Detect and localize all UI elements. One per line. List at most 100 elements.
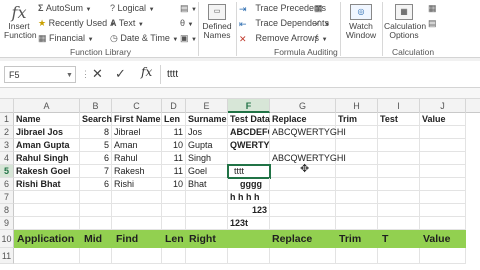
- row-header-2[interactable]: 2: [0, 126, 14, 139]
- calculation-options-button[interactable]: ▦ Calculation Options: [384, 4, 426, 40]
- row-header-4[interactable]: 4: [0, 152, 14, 165]
- column-header-b[interactable]: B: [80, 99, 112, 113]
- cell-h7[interactable]: [336, 191, 378, 204]
- cell-a10[interactable]: Application: [17, 233, 74, 245]
- row-header-3[interactable]: 3: [0, 139, 14, 152]
- cell-h11[interactable]: [336, 248, 378, 264]
- cell-h1[interactable]: Trim: [336, 113, 378, 126]
- cell-d3[interactable]: 10: [162, 139, 186, 152]
- cell-j5[interactable]: [420, 165, 466, 178]
- cell-c1[interactable]: First Name: [112, 113, 162, 126]
- cell-a11[interactable]: [14, 248, 80, 264]
- cell-a1[interactable]: Name: [14, 113, 80, 126]
- cell-e8[interactable]: [186, 204, 228, 217]
- more-functions-button[interactable]: ▣ ▼: [180, 33, 197, 44]
- cell-g1[interactable]: Replace: [270, 113, 336, 126]
- cell-j3[interactable]: [420, 139, 466, 152]
- cell-e7[interactable]: [186, 191, 228, 204]
- autosum-button[interactable]: Σ AutoSum ▼: [38, 3, 91, 13]
- cell-j9[interactable]: [420, 217, 466, 230]
- cell-j4[interactable]: [420, 152, 466, 165]
- cell-g2[interactable]: ABCQWERTYGHI: [270, 126, 346, 139]
- cell-e11[interactable]: [186, 248, 228, 264]
- cell-d6[interactable]: 10: [162, 178, 186, 191]
- column-header-c[interactable]: C: [112, 99, 162, 113]
- cell-j2[interactable]: [420, 126, 466, 139]
- cell-b1[interactable]: Search: [80, 113, 112, 126]
- calculate-sheet-button[interactable]: ▤: [428, 18, 437, 29]
- cell-c6[interactable]: Rishi: [112, 178, 162, 191]
- cell-c7[interactable]: [112, 191, 162, 204]
- cell-a7[interactable]: [14, 191, 80, 204]
- cell-c11[interactable]: [112, 248, 162, 264]
- cell-g3[interactable]: [270, 139, 336, 152]
- column-header-h[interactable]: H: [336, 99, 378, 113]
- cell-c4[interactable]: Rahul: [112, 152, 162, 165]
- cell-c3[interactable]: Aman: [112, 139, 162, 152]
- cell-b6[interactable]: 6: [80, 178, 112, 191]
- cell-j7[interactable]: [420, 191, 466, 204]
- enter-icon[interactable]: ✓: [115, 66, 126, 82]
- cell-a5[interactable]: Rakesh Goel: [14, 165, 80, 178]
- cell-j8[interactable]: [420, 204, 466, 217]
- cell-d4[interactable]: 11: [162, 152, 186, 165]
- cell-d7[interactable]: [162, 191, 186, 204]
- select-all-corner[interactable]: [0, 99, 14, 113]
- cell-f7[interactable]: h h h h: [228, 191, 270, 204]
- cell-g6[interactable]: [270, 178, 336, 191]
- cell-b11[interactable]: [80, 248, 112, 264]
- cell-b10[interactable]: Mid: [84, 233, 102, 245]
- row-header-1[interactable]: 1: [0, 113, 14, 126]
- text-button[interactable]: A Text ▼: [110, 18, 144, 28]
- cell-a8[interactable]: [14, 204, 80, 217]
- cell-e10[interactable]: Right: [189, 233, 216, 245]
- cell-j6[interactable]: [420, 178, 466, 191]
- cell-c9[interactable]: [112, 217, 162, 230]
- column-header-e[interactable]: E: [186, 99, 228, 113]
- cell-a4[interactable]: Rahul Singh: [14, 152, 80, 165]
- cell-f9[interactable]: 123t: [228, 217, 270, 230]
- cell-g10[interactable]: Replace: [272, 233, 312, 245]
- row-header-11[interactable]: 11: [0, 248, 14, 264]
- row-header-10[interactable]: 10: [0, 230, 14, 248]
- cell-g11[interactable]: [270, 248, 336, 264]
- cell-i6[interactable]: [378, 178, 420, 191]
- cell-d2[interactable]: 11: [162, 126, 186, 139]
- cell-j1[interactable]: Value: [420, 113, 466, 126]
- cell-d11[interactable]: [162, 248, 186, 264]
- cell-j11[interactable]: [420, 248, 466, 264]
- cell-i8[interactable]: [378, 204, 420, 217]
- logical-button[interactable]: ? Logical ▼: [110, 3, 155, 13]
- cell-d1[interactable]: Len: [162, 113, 186, 126]
- cell-b4[interactable]: 6: [80, 152, 112, 165]
- row-header-8[interactable]: 8: [0, 204, 14, 217]
- trace-precedents-button[interactable]: ⇥ Trace Precedents: [239, 3, 326, 14]
- cell-i2[interactable]: [378, 126, 420, 139]
- cell-e5[interactable]: Goel: [186, 165, 228, 178]
- cell-i10[interactable]: T: [382, 233, 388, 245]
- chevron-down-icon[interactable]: ▼: [66, 72, 73, 79]
- cell-h3[interactable]: [336, 139, 378, 152]
- evaluate-formula-button[interactable]: ƒ: [314, 33, 319, 43]
- cancel-icon[interactable]: ✕: [92, 66, 103, 82]
- cell-c2[interactable]: Jibrael: [112, 126, 162, 139]
- row-header-5[interactable]: 5: [0, 165, 14, 178]
- cell-b5[interactable]: 7: [80, 165, 112, 178]
- cell-i9[interactable]: [378, 217, 420, 230]
- cell-i5[interactable]: [378, 165, 420, 178]
- calculate-now-button[interactable]: ▦: [428, 3, 437, 14]
- cell-g7[interactable]: [270, 191, 336, 204]
- formula-input[interactable]: tttt: [160, 65, 478, 84]
- column-header-a[interactable]: A: [14, 99, 80, 113]
- column-header-j[interactable]: J: [420, 99, 466, 113]
- cell-h8[interactable]: [336, 204, 378, 217]
- cell-a9[interactable]: [14, 217, 80, 230]
- cell-e4[interactable]: Singh: [186, 152, 228, 165]
- row-header-9[interactable]: 9: [0, 217, 14, 230]
- column-header-g[interactable]: G: [270, 99, 336, 113]
- cell-h5[interactable]: [336, 165, 378, 178]
- cell-i3[interactable]: [378, 139, 420, 152]
- cell-d5[interactable]: 11: [162, 165, 186, 178]
- insert-function-icon[interactable]: fx: [141, 65, 152, 79]
- cell-g9[interactable]: [270, 217, 336, 230]
